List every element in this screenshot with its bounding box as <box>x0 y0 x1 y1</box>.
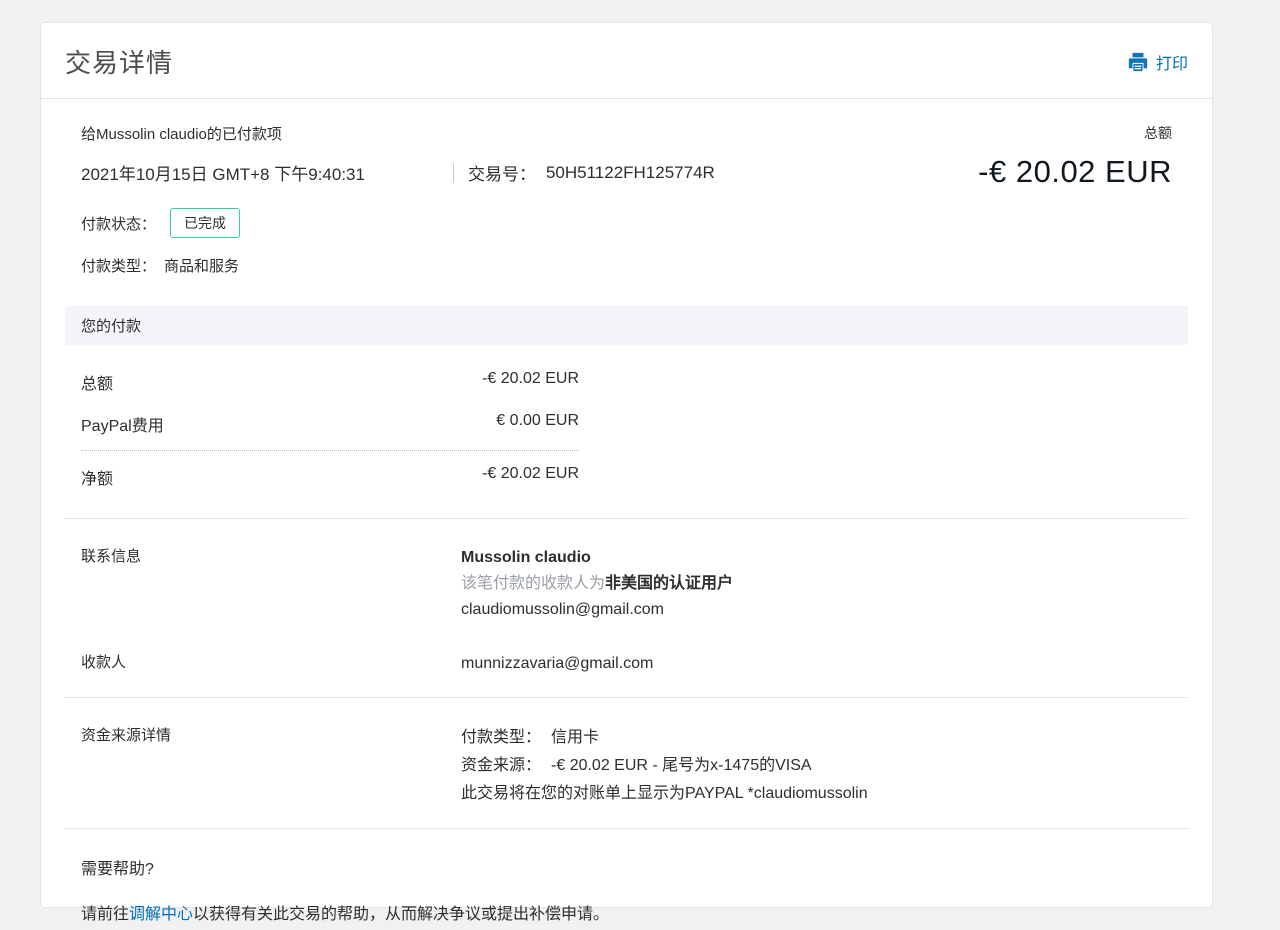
table-row-fee: PayPal费用 € 0.00 EUR <box>81 403 579 445</box>
contact-note-bold: 非美国的认证用户 <box>605 575 733 592</box>
summary-section: 给Mussolin claudio的已付款项 总额 2021年10月15日 GM… <box>65 123 1188 276</box>
row-label: PayPal费用 <box>81 412 164 436</box>
total-amount-value: -€ 20.02 EUR <box>978 154 1172 190</box>
row-value: -€ 20.02 EUR <box>482 370 579 394</box>
payment-type-value: 商品和服务 <box>164 255 239 276</box>
payee-email: munnizzavaria@gmail.com <box>461 651 653 677</box>
funding-source-line: 资金来源： -€ 20.02 EUR - 尾号为x-1475的VISA <box>461 752 868 780</box>
help-text: 请前往调解中心以获得有关此交易的帮助，从而解决争议或提出补偿申请。 <box>81 903 1172 927</box>
payee-label: 收款人 <box>81 651 461 677</box>
payment-to-text: 给Mussolin claudio的已付款项 <box>81 123 282 144</box>
statement-line: 此交易将在您的对账单上显示为PAYPAL *claudiomussolin <box>461 780 868 808</box>
funding-type-label: 付款类型： <box>461 729 541 746</box>
your-payment-section-header: 您的付款 <box>65 306 1188 345</box>
help-text-suffix: 以获得有关此交易的帮助，从而解决争议或提出补偿申请。 <box>193 906 609 923</box>
contact-name: Mussolin claudio <box>461 545 733 571</box>
funding-type-value: 信用卡 <box>551 729 599 746</box>
status-badge: 已完成 <box>170 208 240 238</box>
contact-email: claudiomussolin@gmail.com <box>461 597 733 623</box>
total-amount-label: 总额 <box>1144 123 1172 143</box>
funding-source-value: -€ 20.02 EUR - 尾号为x-1475的VISA <box>551 757 812 774</box>
row-label: 总额 <box>81 370 113 394</box>
row-label: 净额 <box>81 465 113 489</box>
funding-type-line: 付款类型： 信用卡 <box>461 724 868 752</box>
help-text-prefix: 请前往 <box>81 906 129 923</box>
payment-type-label: 付款类型： <box>81 255 156 276</box>
print-button-label: 打印 <box>1156 50 1188 74</box>
section-divider <box>65 828 1188 829</box>
row-value: -€ 20.02 EUR <box>482 465 579 489</box>
card-header: 交易详情 打印 <box>41 23 1212 99</box>
payment-status-label: 付款状态： <box>81 213 156 234</box>
contact-info-label: 联系信息 <box>81 545 461 623</box>
table-row-net: 净额 -€ 20.02 EUR <box>81 456 579 498</box>
transaction-details-card: 交易详情 打印 给Mussolin claudio的已付款项 总额 <box>40 22 1213 908</box>
contact-note-prefix: 该笔付款的收款人为 <box>461 575 605 592</box>
funding-source-label: 资金来源详情 <box>81 724 461 808</box>
vertical-divider <box>453 163 454 183</box>
funding-source-line-label: 资金来源： <box>461 757 541 774</box>
row-value: € 0.00 EUR <box>496 412 579 436</box>
payment-amounts-table: 总额 -€ 20.02 EUR PayPal费用 € 0.00 EUR 净额 -… <box>65 361 1188 498</box>
page-title: 交易详情 <box>65 43 173 80</box>
help-heading: 需要帮助? <box>81 855 1172 879</box>
help-section: 需要帮助? 请前往调解中心以获得有关此交易的帮助，从而解决争议或提出补偿申请。 <box>65 855 1188 927</box>
print-button[interactable]: 打印 <box>1127 50 1188 74</box>
printer-icon <box>1127 51 1149 73</box>
section-divider <box>65 518 1188 519</box>
table-divider <box>81 450 579 451</box>
card-body: 给Mussolin claudio的已付款项 总额 2021年10月15日 GM… <box>41 99 1212 927</box>
funding-section: 资金来源详情 付款类型： 信用卡 资金来源： -€ 20.02 EUR - 尾号为x… <box>65 724 1188 808</box>
resolution-center-link[interactable]: 调解中心 <box>129 906 193 923</box>
contact-section: 联系信息 Mussolin claudio 该笔付款的收款人为非美国的认证用户 … <box>65 545 1188 677</box>
contact-note: 该笔付款的收款人为非美国的认证用户 <box>461 571 733 597</box>
table-row-total: 总额 -€ 20.02 EUR <box>81 361 579 403</box>
transaction-number-label: 交易号： <box>468 160 536 185</box>
transaction-number-value: 50H51122FH125774R <box>546 163 715 183</box>
section-divider <box>65 697 1188 698</box>
transaction-date: 2021年10月15日 GMT+8 下午9:40:31 <box>81 160 365 185</box>
